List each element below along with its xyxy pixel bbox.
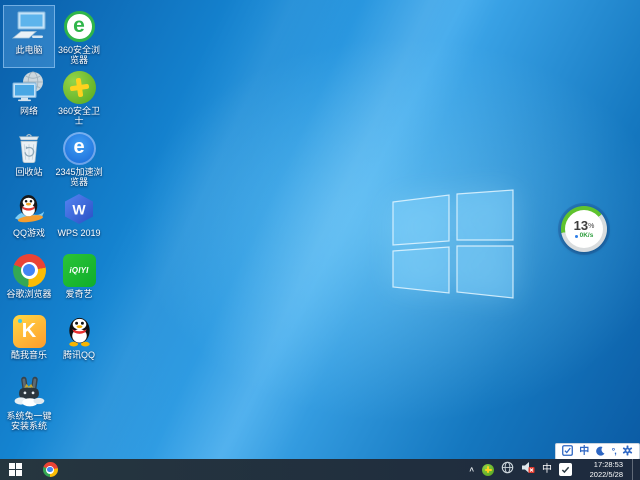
recycle-bin-icon (11, 130, 47, 166)
icon-label: 此电脑 (15, 45, 43, 55)
ime-punctuation-icon[interactable]: °, (612, 447, 617, 456)
icon-label: 酷我音乐 (10, 350, 47, 360)
clock-time: 17:28:53 (593, 459, 623, 469)
2345-browser-icon: e (61, 130, 97, 166)
desktop-icon-qq-games[interactable]: QQ游戏 (4, 189, 54, 250)
desktop-icon-tencent-qq[interactable]: 腾讯QQ (54, 311, 104, 372)
icon-label: 网络 (19, 106, 38, 116)
qq-games-icon (11, 191, 47, 227)
progress-unit: % (588, 222, 595, 230)
wps-icon: W (61, 191, 97, 227)
wallpaper: 此电脑 网络 回收站 QQ游戏 谷歌浏览器 K 酷我音乐 系统兔一键安装系统 e… (0, 0, 640, 480)
network-tray-icon[interactable] (501, 461, 514, 479)
progress-value: 13 (573, 217, 589, 233)
desktop-icon-network[interactable]: 网络 (4, 67, 54, 128)
ime-tray-icon[interactable] (559, 463, 572, 476)
icon-label: 360安全浏览器 (57, 45, 101, 66)
desktop-icon-column-1: 此电脑 网络 回收站 QQ游戏 谷歌浏览器 K 酷我音乐 系统兔一键安装系统 (3, 5, 55, 433)
ime-toolbar: 中 °, (555, 443, 640, 460)
desktop-icon-360-browser[interactable]: e 360安全浏览器 (54, 6, 104, 67)
chrome-icon (11, 252, 47, 288)
desktop-icon-360-safeguard[interactable]: 360安全卫士 (54, 67, 104, 128)
windows-start-icon (8, 463, 22, 476)
taskbar-chrome-button[interactable] (38, 459, 62, 480)
system-tray: ∧ 中 17:28:53 2022/5/28 (468, 459, 640, 480)
svg-text:W: W (72, 202, 86, 218)
icon-label: WPS 2019 (57, 228, 101, 238)
desktop-icon-kuwo-music[interactable]: K 酷我音乐 (4, 311, 54, 372)
icon-label: 2345加速浏览器 (55, 167, 103, 188)
icon-label: 回收站 (15, 167, 43, 177)
network-icon (11, 69, 47, 105)
desktop-icon-chrome[interactable]: 谷歌浏览器 (4, 250, 54, 311)
icon-label: 360安全卫士 (57, 106, 101, 127)
desktop-icon-iqiyi[interactable]: iQIYI 爱奇艺 (54, 250, 104, 311)
ime-logo-icon[interactable] (562, 443, 573, 461)
icon-label: 系统兔一键安装系统 (6, 411, 52, 432)
desktop-icon-2345-browser[interactable]: e 2345加速浏览器 (54, 128, 104, 189)
tray-expand-chevron[interactable]: ∧ (468, 466, 475, 473)
progress-speed: 0K/s (579, 231, 594, 239)
ime-fullwidth-moon-icon[interactable] (595, 443, 605, 461)
windows-logo (392, 189, 514, 299)
chrome-taskbar-icon (42, 462, 58, 477)
ime-chinese-mode[interactable]: 中 (579, 446, 589, 457)
start-button[interactable] (0, 459, 30, 480)
kuwo-music-icon: K (11, 313, 47, 349)
icon-label: 爱奇艺 (65, 289, 93, 299)
show-desktop-button[interactable] (632, 459, 637, 480)
volume-muted-tray-icon[interactable] (521, 461, 535, 479)
ime-settings-gear-icon[interactable] (622, 443, 633, 461)
360-safeguard-icon (60, 68, 98, 106)
progress-inner: 13 % 0K/s (565, 210, 603, 248)
input-language-indicator[interactable]: 中 (542, 464, 552, 475)
360-tray-icon[interactable] (482, 463, 494, 476)
taskbar-clock[interactable]: 17:28:53 2022/5/28 (579, 460, 623, 480)
desktop-icon-wps[interactable]: W WPS 2019 (54, 189, 104, 250)
taskbar: ∧ 中 17:28:53 2022/5/28 (0, 459, 640, 480)
tencent-qq-icon (61, 313, 97, 349)
speed-dot-icon (574, 234, 578, 238)
icon-label: QQ游戏 (12, 228, 45, 238)
desktop-icon-column-2: e 360安全浏览器 360安全卫士 e 2345加速浏览器 W WPS 201… (54, 6, 104, 372)
360-browser-icon: e (61, 8, 97, 44)
iqiyi-icon: iQIYI (61, 252, 97, 288)
system-rabbit-icon (11, 374, 47, 410)
icon-label: 谷歌浏览器 (6, 289, 52, 299)
icon-label: 腾讯QQ (62, 350, 95, 360)
clock-date: 2022/5/28 (589, 469, 623, 479)
progress-widget[interactable]: 13 % 0K/s (561, 206, 607, 252)
desktop-icon-this-pc[interactable]: 此电脑 (3, 5, 55, 68)
desktop-icon-recycle-bin[interactable]: 回收站 (4, 128, 54, 189)
desktop-icon-system-rabbit[interactable]: 系统兔一键安装系统 (4, 372, 54, 433)
this-pc-icon (11, 8, 47, 44)
